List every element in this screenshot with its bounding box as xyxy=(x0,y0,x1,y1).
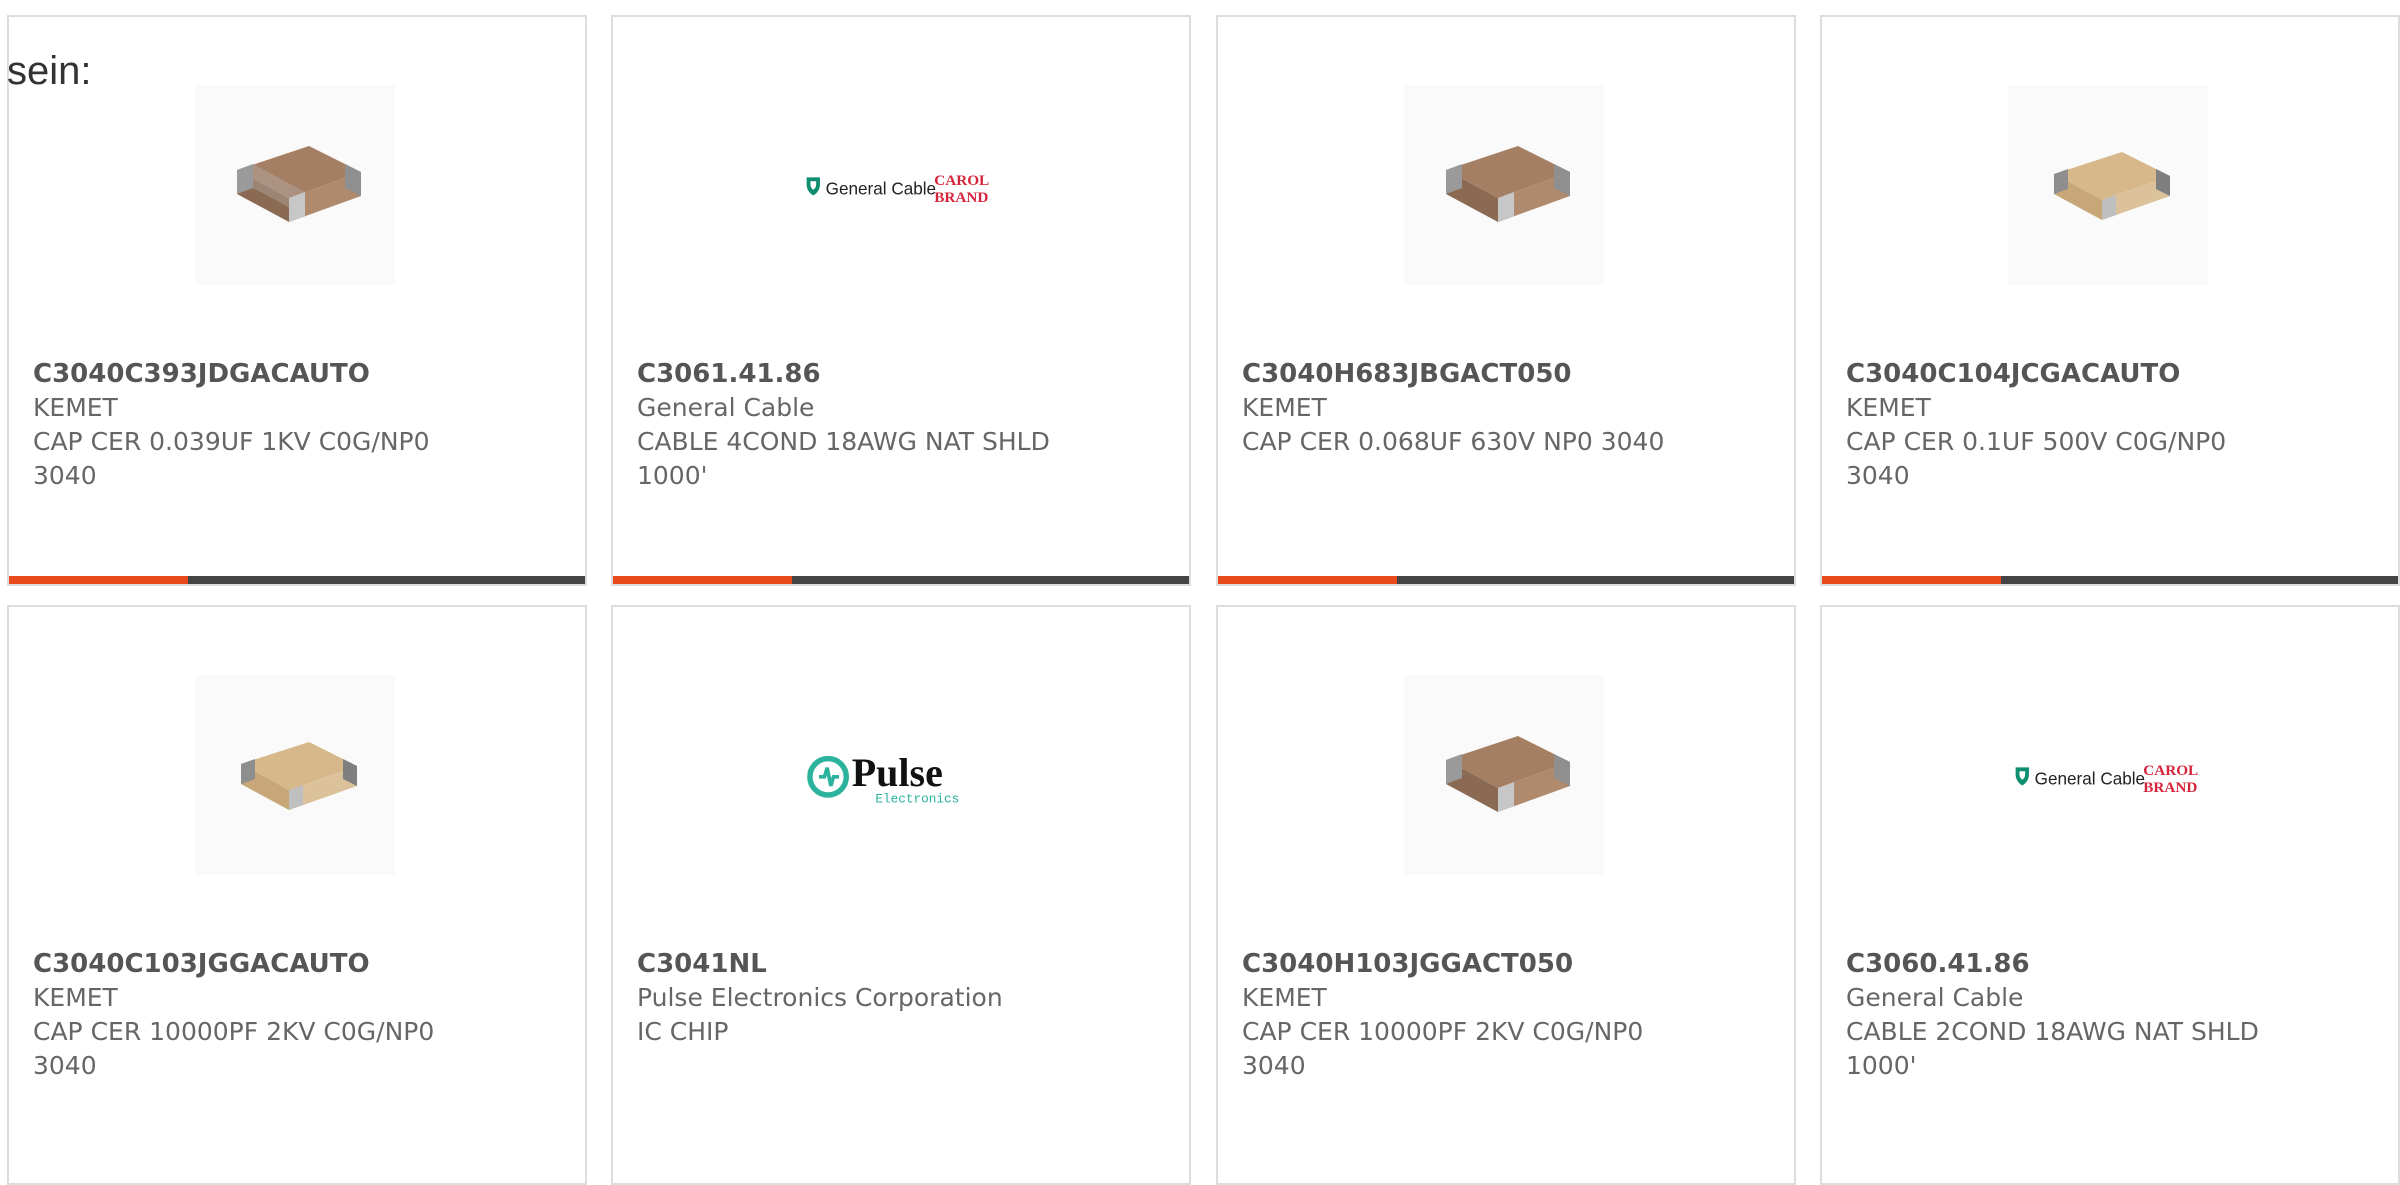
product-info: C3040C393JDGACAUTO KEMET CAP CER 0.039UF… xyxy=(33,357,473,493)
product-description: IC CHIP xyxy=(637,1017,729,1046)
progress-bar xyxy=(1218,576,1794,584)
product-card[interactable]: C3040H103JGGACT050 KEMET CAP CER 10000PF… xyxy=(1216,605,1796,1185)
product-description: CAP CER 0.1UF 500V C0G/NP0 3040 xyxy=(1846,427,2227,490)
product-card[interactable]: General Cable CAROL BRAND C3061.41.86 Ge… xyxy=(611,15,1191,586)
manufacturer-name: KEMET xyxy=(33,393,118,422)
logo-sub-text: Electronics xyxy=(875,791,959,806)
product-image-capacitor[interactable] xyxy=(2008,85,2208,285)
product-card[interactable]: C3040H683JBGACT050 KEMET CAP CER 0.068UF… xyxy=(1216,15,1796,586)
intro-text: sein: xyxy=(7,49,92,93)
product-card[interactable]: Pulse Electronics C3041NL Pulse Electron… xyxy=(611,605,1191,1185)
product-grid: C3040C393JDGACAUTO KEMET CAP CER 0.039UF… xyxy=(0,0,2400,1185)
progress-bar xyxy=(613,576,1189,584)
general-cable-logo-icon: General Cable CAROL BRAND xyxy=(2015,762,2198,796)
part-number[interactable]: C3040H103JGGACT050 xyxy=(1242,947,1682,981)
product-card[interactable]: C3040C104JCGACAUTO KEMET CAP CER 0.1UF 5… xyxy=(1820,15,2400,586)
manufacturer-name: Pulse Electronics Corporation xyxy=(637,983,1003,1012)
product-image-capacitor[interactable] xyxy=(1404,675,1604,875)
progress-fill xyxy=(1822,576,2001,584)
capacitor-chip-icon xyxy=(237,146,361,222)
progress-fill xyxy=(613,576,792,584)
logo-right-text-2: BRAND xyxy=(934,189,988,206)
product-image-logo[interactable]: Pulse Electronics xyxy=(799,675,999,875)
part-number[interactable]: C3040C393JDGACAUTO xyxy=(33,357,473,391)
product-info: C3040H103JGGACT050 KEMET CAP CER 10000PF… xyxy=(1242,947,1682,1083)
product-description: CAP CER 10000PF 2KV C0G/NP0 3040 xyxy=(33,1017,435,1080)
part-number[interactable]: C3060.41.86 xyxy=(1846,947,2286,981)
logo-right-text-1: CAROL xyxy=(934,172,989,189)
product-card[interactable]: C3040C103JGGACAUTO KEMET CAP CER 10000PF… xyxy=(7,605,587,1185)
product-info: C3040C103JGGACAUTO KEMET CAP CER 10000PF… xyxy=(33,947,473,1083)
progress-bar xyxy=(1822,576,2398,584)
product-info: C3040H683JBGACT050 KEMET CAP CER 0.068UF… xyxy=(1242,357,1682,459)
pulse-electronics-logo-icon: Pulse Electronics xyxy=(807,750,959,806)
manufacturer-name: KEMET xyxy=(1242,393,1327,422)
product-image-logo[interactable]: General Cable CAROL BRAND xyxy=(799,85,999,285)
part-number[interactable]: C3040H683JBGACT050 xyxy=(1242,357,1682,391)
logo-main-text: Pulse xyxy=(852,750,943,795)
product-description: CABLE 2COND 18AWG NAT SHLD 1000' xyxy=(1846,1017,2259,1080)
part-number[interactable]: C3040C104JCGACAUTO xyxy=(1846,357,2286,391)
product-description: CAP CER 0.039UF 1KV C0G/NP0 3040 xyxy=(33,427,430,490)
logo-right-text-1: CAROL xyxy=(2143,762,2198,779)
product-image-logo[interactable]: General Cable CAROL BRAND xyxy=(2008,675,2208,875)
capacitor-chip-icon xyxy=(1446,146,1570,222)
product-info: C3040C104JCGACAUTO KEMET CAP CER 0.1UF 5… xyxy=(1846,357,2286,493)
manufacturer-name: KEMET xyxy=(1846,393,1931,422)
capacitor-chip-icon xyxy=(1446,736,1570,812)
product-image-capacitor[interactable] xyxy=(195,85,395,285)
progress-fill xyxy=(9,576,188,584)
product-info: C3060.41.86 General Cable CABLE 2COND 18… xyxy=(1846,947,2286,1083)
product-card[interactable]: C3040C393JDGACAUTO KEMET CAP CER 0.039UF… xyxy=(7,15,587,586)
product-description: CABLE 4COND 18AWG NAT SHLD 1000' xyxy=(637,427,1050,490)
part-number[interactable]: C3040C103JGGACAUTO xyxy=(33,947,473,981)
product-image-capacitor[interactable] xyxy=(1404,85,1604,285)
manufacturer-name: KEMET xyxy=(1242,983,1327,1012)
product-description: CAP CER 10000PF 2KV C0G/NP0 3040 xyxy=(1242,1017,1644,1080)
product-card[interactable]: General Cable CAROL BRAND C3060.41.86 Ge… xyxy=(1820,605,2400,1185)
capacitor-chip-icon xyxy=(2054,152,2170,220)
manufacturer-name: KEMET xyxy=(33,983,118,1012)
logo-right-text-2: BRAND xyxy=(2143,779,2197,796)
general-cable-logo-icon: General Cable CAROL BRAND xyxy=(806,172,989,206)
part-number[interactable]: C3061.41.86 xyxy=(637,357,1077,391)
manufacturer-name: General Cable xyxy=(637,393,815,422)
manufacturer-name: General Cable xyxy=(1846,983,2024,1012)
logo-left-text: General Cable xyxy=(826,179,936,199)
product-description: CAP CER 0.068UF 630V NP0 3040 xyxy=(1242,427,1665,456)
progress-fill xyxy=(1218,576,1397,584)
capacitor-chip-icon xyxy=(241,742,357,810)
product-image-capacitor[interactable] xyxy=(195,675,395,875)
product-info: C3061.41.86 General Cable CABLE 4COND 18… xyxy=(637,357,1077,493)
logo-left-text: General Cable xyxy=(2035,769,2145,789)
product-info: C3041NL Pulse Electronics Corporation IC… xyxy=(637,947,1077,1049)
part-number[interactable]: C3041NL xyxy=(637,947,1077,981)
progress-bar xyxy=(9,576,585,584)
